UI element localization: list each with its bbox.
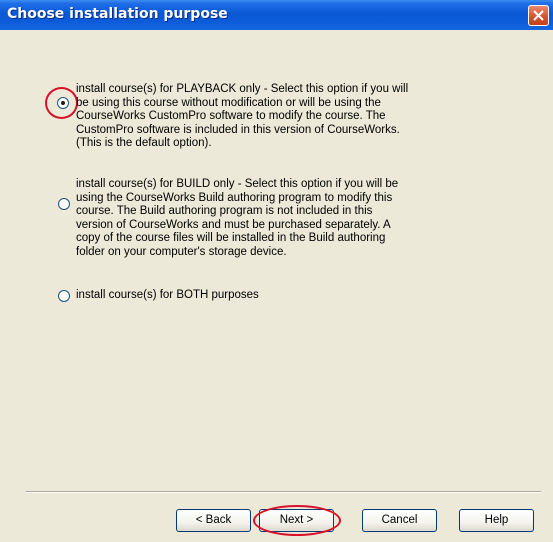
next-highlight-circle [253, 505, 341, 536]
back-button[interactable]: < Back [176, 509, 251, 532]
cancel-button[interactable]: Cancel [362, 509, 437, 532]
option-build-line: version of CourseWorks and must be purch… [76, 218, 391, 231]
radio-both[interactable] [58, 290, 70, 302]
option-build-line: copy of the course files will be install… [76, 232, 386, 245]
help-button[interactable]: Help [459, 509, 534, 532]
option-build-text[interactable]: install course(s) for BUILD only - Selec… [76, 178, 398, 260]
close-button[interactable] [528, 5, 549, 26]
option-playback-line: be using this course without modificatio… [76, 96, 381, 109]
option-build-line: course. The Build authoring program is n… [76, 205, 373, 218]
option-playback-text[interactable]: install course(s) for PLAYBACK only - Se… [76, 83, 408, 151]
radio-build[interactable] [58, 198, 70, 210]
option-playback-line: install course(s) for PLAYBACK only - Se… [76, 83, 409, 95]
option-both-label[interactable]: install course(s) for BOTH purposes [76, 289, 259, 303]
option-build-line: using the CourseWorks Build authoring pr… [76, 191, 393, 204]
option-playback-line: CustomPro software is included in this v… [76, 123, 400, 136]
install-dialog: Choose installation purpose install cour… [0, 0, 553, 542]
option-playback-line: (This is the default option). [76, 137, 212, 150]
close-icon [533, 10, 544, 21]
highlight-circle [45, 87, 78, 119]
title-bar[interactable]: Choose installation purpose [0, 0, 553, 30]
dialog-title: Choose installation purpose [7, 6, 228, 22]
footer-divider [26, 491, 541, 493]
option-build-line: install course(s) for BUILD only - Selec… [76, 178, 399, 190]
option-build-line: folder on your computer's storage device… [76, 245, 287, 258]
option-playback-line: CourseWorks CustomPro software to modify… [76, 110, 386, 123]
